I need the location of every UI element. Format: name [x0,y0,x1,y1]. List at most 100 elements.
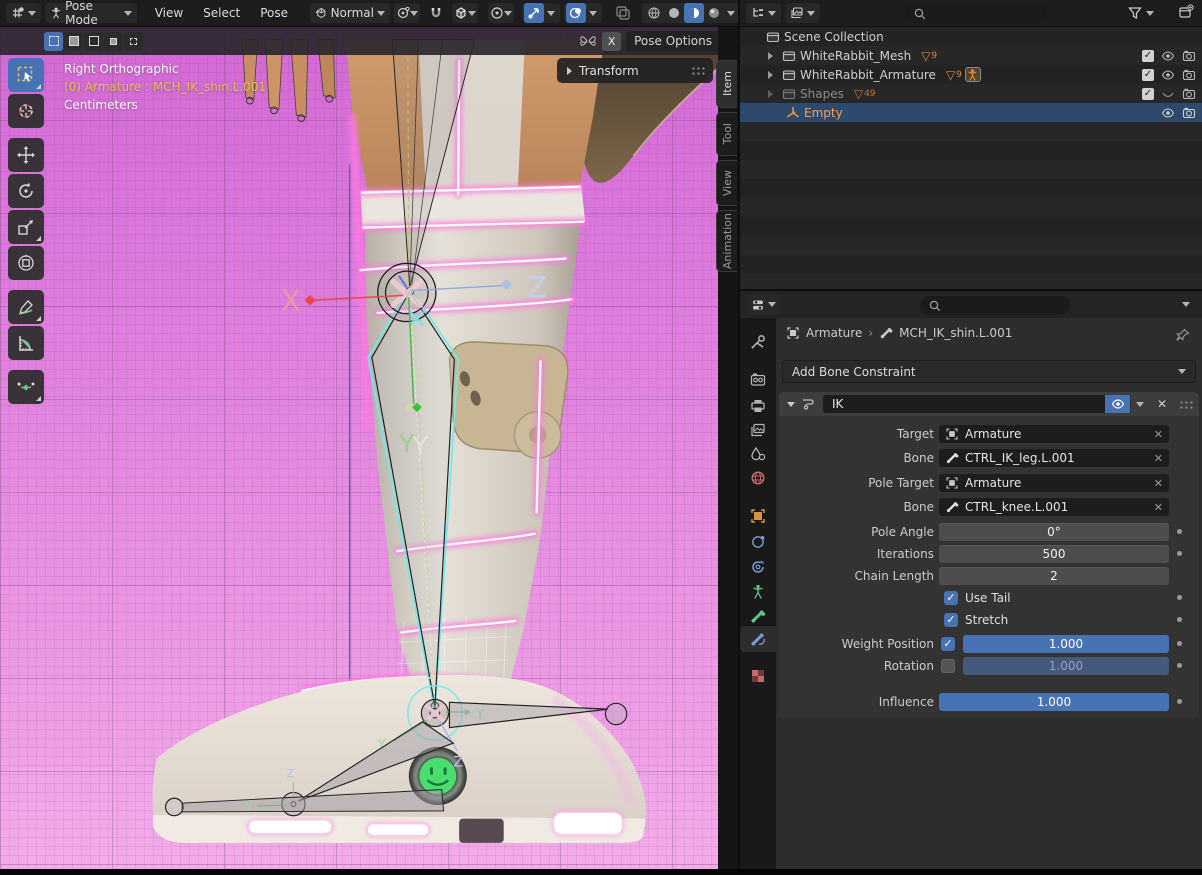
tab-animation[interactable]: Animation [716,210,737,272]
tab-view[interactable]: View [716,160,737,206]
show-overlays-toggle[interactable] [566,3,586,23]
clear-x-icon[interactable]: ✕ [1154,452,1163,465]
outliner-filter-dropdown[interactable] [1127,5,1154,21]
select-mode-new[interactable] [44,32,63,51]
pose-breakdowner-tool[interactable] [8,370,44,404]
disclosure-arrow-icon[interactable] [768,71,773,79]
properties-editor-type-button[interactable] [746,295,781,315]
selectability-checkbox[interactable]: ✓ [1142,88,1154,100]
eye-closed-icon[interactable] [1161,87,1175,101]
tab-bone[interactable] [740,604,776,628]
pole-angle-field[interactable]: 0° [939,523,1169,541]
shading-rendered-button[interactable] [704,3,724,23]
menu-view[interactable]: View [145,6,193,20]
disclosure-arrow-icon[interactable] [768,90,773,98]
eye-icon[interactable] [1161,106,1175,120]
tab-item[interactable]: Item [716,60,737,108]
stretch-checkbox[interactable]: ✓ [944,613,958,627]
camera-icon[interactable] [1182,68,1196,82]
transform-panel-header[interactable]: Transform [557,58,713,83]
chain-length-field[interactable]: 2 [939,567,1169,585]
drag-dots-icon[interactable] [1179,400,1193,409]
breadcrumb-object[interactable]: Armature [806,326,862,340]
rotation-checkbox[interactable] [941,659,955,673]
snap-toggle[interactable] [424,3,448,23]
transform-tool[interactable] [8,246,44,280]
clear-x-icon[interactable]: ✕ [1154,501,1163,514]
transform-orientation-dropdown[interactable]: Normal [310,3,390,23]
move-tool[interactable] [8,138,44,172]
outliner-search-input[interactable] [905,4,1047,23]
eye-icon[interactable] [1161,68,1175,82]
tab-physics[interactable] [740,530,776,554]
constraint-delete-button[interactable]: ✕ [1153,395,1171,413]
select-mode-subtract[interactable] [84,32,103,51]
clear-x-icon[interactable]: ✕ [1154,428,1163,441]
outliner-row-mesh[interactable]: WhiteRabbit_Mesh ▽9 ✓ [740,46,1202,65]
animate-dot[interactable] [1177,699,1182,704]
constraint-name-field[interactable]: IK [823,395,1105,413]
pivot-point-dropdown[interactable] [394,3,420,23]
outliner-editor-type-button[interactable] [746,3,781,23]
tab-bone-constraints[interactable] [740,626,776,652]
menu-select[interactable]: Select [193,6,250,20]
snap-target-dropdown[interactable] [452,3,478,23]
menu-pose[interactable]: Pose [250,6,298,20]
camera-icon[interactable] [1182,49,1196,63]
animate-dot[interactable] [1177,663,1182,668]
tab-tool-properties[interactable] [740,330,776,354]
tab-world[interactable] [740,466,776,490]
animate-dot[interactable] [1177,529,1182,534]
pole-target-field[interactable]: Armature ✕ [939,474,1169,492]
collapse-chevron-icon[interactable] [787,402,795,407]
animate-dot[interactable] [1177,595,1182,600]
mirror-x-toggle[interactable]: X [602,32,621,51]
influence-slider[interactable]: 1.000 [939,693,1169,711]
outliner-row-empty[interactable]: Empty [740,103,1202,122]
editor-divider[interactable] [738,0,740,869]
select-mode-intersect[interactable] [124,32,143,51]
disclosure-arrow-icon[interactable] [768,52,773,60]
select-mode-extend[interactable] [64,32,83,51]
animate-dot[interactable] [1177,551,1182,556]
new-collection-button[interactable] [1178,4,1194,23]
select-mode-invert[interactable] [104,32,123,51]
selectability-checkbox[interactable]: ✓ [1142,50,1154,62]
outliner-row-shapes[interactable]: Shapes ▽49 ✓ [740,84,1202,103]
add-bone-constraint-button[interactable]: Add Bone Constraint [782,360,1196,383]
rotation-slider[interactable]: 1.000 [963,657,1169,675]
tab-object[interactable] [740,504,776,528]
weight-position-checkbox[interactable]: ✓ [941,637,955,651]
shading-solid-button[interactable] [664,3,684,23]
show-gizmo-toggle[interactable] [524,3,544,23]
tab-view-layer[interactable] [740,418,776,442]
animate-dot[interactable] [1177,641,1182,646]
tab-scene[interactable] [740,442,776,466]
ik-panel-header[interactable]: IK ✕ [779,392,1199,416]
measure-tool[interactable] [8,326,44,360]
tab-texture[interactable] [740,664,776,688]
drag-dots-icon[interactable] [691,66,705,75]
cursor-tool[interactable] [8,94,44,128]
pin-icon[interactable] [1176,328,1190,342]
constraint-enable-toggle[interactable] [1105,395,1130,413]
proportional-editing-dropdown[interactable] [488,3,514,23]
selectability-checkbox[interactable]: ✓ [1142,69,1154,81]
iterations-field[interactable]: 500 [939,545,1169,563]
outliner-row-armature[interactable]: WhiteRabbit_Armature ▽9 ✓ [740,65,1202,84]
breadcrumb-bone[interactable]: MCH_IK_shin.L.001 [899,326,1012,340]
weight-position-slider[interactable]: 1.000 [963,635,1169,653]
tab-object-constraints[interactable] [740,555,776,579]
use-tail-checkbox[interactable]: ✓ [944,591,958,605]
scale-tool[interactable] [8,210,44,244]
constraint-extras-dropdown[interactable] [1130,395,1148,413]
eye-icon[interactable] [1161,49,1175,63]
rotate-tool[interactable] [8,174,44,208]
properties-options-dropdown[interactable] [1182,302,1190,307]
animate-dot[interactable] [1177,617,1182,622]
pole-bone-field[interactable]: CTRL_knee.L.001 ✕ [939,498,1169,516]
properties-search-input[interactable] [920,296,1070,315]
tab-render[interactable] [740,368,776,392]
bone-field[interactable]: CTRL_IK_leg.L.001 ✕ [939,449,1169,467]
tab-output[interactable] [740,394,776,418]
